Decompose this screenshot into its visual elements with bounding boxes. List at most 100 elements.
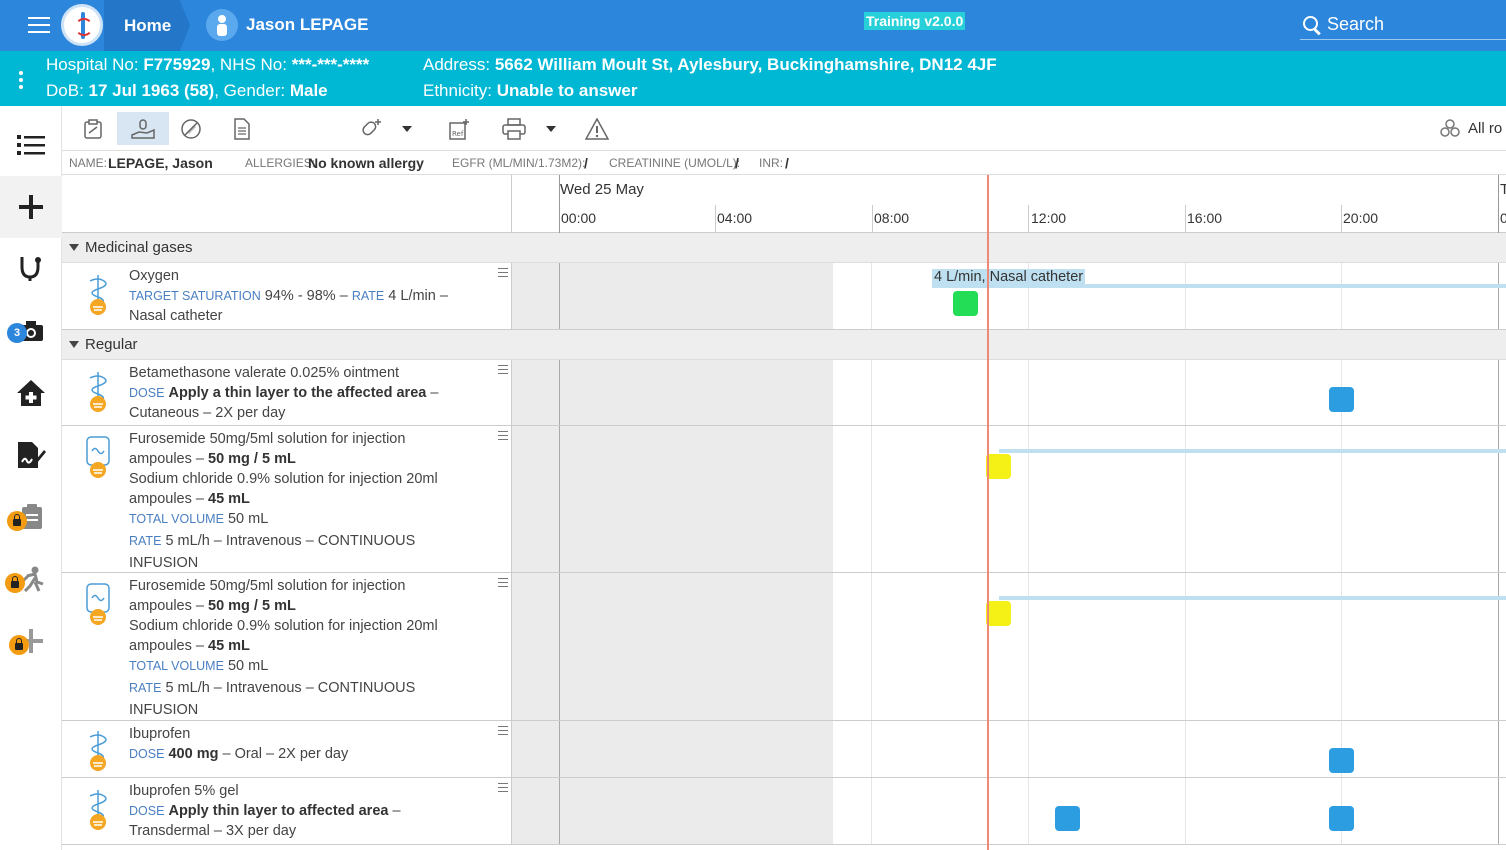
oxygen-annotation: 4 L/min, Nasal catheter: [932, 269, 1086, 285]
document-icon: [234, 117, 250, 140]
medication-timeline: [512, 573, 1506, 720]
more-vertical-icon[interactable]: [19, 71, 23, 92]
plus-icon: [19, 195, 43, 219]
medication-text: Betamethasone valerate 0.025% ointment D…: [129, 363, 489, 423]
dose-label: DOSE: [129, 747, 165, 761]
sidebar-item-home-care[interactable]: [0, 362, 62, 424]
medication-row-ibuprofen[interactable]: Ibuprofen DOSE 400 mg – Oral – 2X per da…: [62, 721, 1506, 778]
svg-text:Ref: Ref: [452, 130, 464, 138]
due-dose-marker[interactable]: [986, 454, 1011, 479]
lock-icon: [5, 573, 25, 593]
inr-value: /: [785, 155, 789, 171]
allergies-label: ALLERGIES:: [245, 156, 316, 170]
medication-row-ibuprofen-gel[interactable]: Ibuprofen 5% gel DOSE Apply thin layer t…: [62, 778, 1506, 845]
due-dose-marker[interactable]: [986, 601, 1011, 626]
sidebar-item-stethoscope[interactable]: [0, 238, 62, 300]
dose-suffix: –: [388, 803, 401, 819]
scheduled-dose-marker[interactable]: [1329, 748, 1354, 773]
hospital-number-line: Hospital No: F775929, NHS No: ***-***-**…: [46, 55, 369, 75]
print-dropdown-icon[interactable]: [546, 126, 556, 132]
ethnicity-label: Ethnicity:: [423, 81, 492, 100]
sidebar-item-locked-clipboard[interactable]: [0, 486, 62, 548]
sidebar-item-camera[interactable]: 3: [0, 300, 62, 362]
scheduled-dose-marker[interactable]: [1329, 806, 1354, 831]
rate-label: RATE: [351, 289, 385, 303]
medication-chart: Wed 25 May T 00:00 04:00 08:00 12:00 16:…: [62, 175, 1506, 850]
print-button[interactable]: [497, 112, 531, 145]
patient-banner: Hospital No: F775929, NHS No: ***-***-**…: [0, 51, 1506, 106]
medication-row-oxygen[interactable]: Oxygen TARGET SATURATION 94% - 98% – RAT…: [62, 263, 1506, 330]
medication-row-furosemide-1[interactable]: Furosemide 50mg/5ml solution for injecti…: [62, 426, 1506, 573]
patient-tab[interactable]: Jason LEPAGE: [206, 9, 369, 41]
add-reference-button[interactable]: Ref: [442, 112, 476, 145]
tick-label: 08:00: [874, 210, 910, 226]
name-label: NAME:: [69, 156, 108, 170]
chart-toolbar: Ref All ro: [62, 106, 1506, 151]
tick-label: 0: [1500, 210, 1506, 226]
sidebar-item-notes[interactable]: [0, 424, 62, 486]
all-routes-label: All ro: [1468, 119, 1503, 137]
sidebar-item-locked-activity[interactable]: [0, 548, 62, 610]
search-button[interactable]: Search: [1300, 10, 1506, 40]
medication-text: Oxygen TARGET SATURATION 94% - 98% – RAT…: [129, 266, 489, 326]
medication-name: Oxygen: [129, 268, 179, 284]
section-medicinal-gases[interactable]: Medicinal gases: [62, 233, 1506, 263]
discontinue-button[interactable]: [174, 112, 208, 145]
prescribe-button[interactable]: [76, 112, 110, 145]
tick-label: 16:00: [1187, 210, 1223, 226]
rate-continued: INFUSION: [129, 555, 199, 571]
timeline-header-left: [62, 175, 512, 233]
menu-icon[interactable]: [28, 17, 50, 33]
infusion-bag-icon: [86, 436, 110, 478]
sidebar-item-locked-add[interactable]: [0, 610, 62, 672]
home-tab[interactable]: Home: [104, 0, 190, 51]
address-line: Address: 5662 William Moult St, Aylesbur…: [423, 55, 997, 75]
row-menu-icon[interactable]: [498, 726, 508, 738]
warnings-button[interactable]: [580, 112, 614, 145]
medication-name: Furosemide 50mg/5ml solution for injecti…: [129, 578, 406, 594]
row-menu-icon[interactable]: [498, 578, 508, 590]
administer-button[interactable]: [117, 112, 169, 145]
row-menu-icon[interactable]: [498, 783, 508, 795]
person-icon: [206, 9, 238, 41]
medication-row-furosemide-2[interactable]: Furosemide 50mg/5ml solution for injecti…: [62, 573, 1506, 721]
administered-marker[interactable]: [953, 291, 978, 316]
routes-icon: [1440, 119, 1460, 137]
report-button[interactable]: [225, 112, 259, 145]
prescription-pad-icon: [84, 118, 102, 139]
all-routes-filter[interactable]: All ro: [1440, 119, 1502, 137]
medication-timeline: [512, 778, 1506, 844]
medication-name: Betamethasone valerate 0.025% ointment: [129, 365, 400, 381]
row-menu-icon[interactable]: [498, 365, 508, 377]
row-menu-icon[interactable]: [498, 431, 508, 443]
sidebar-item-add[interactable]: [0, 176, 62, 238]
add-medication-button[interactable]: [354, 112, 388, 145]
dose-label: DOSE: [129, 804, 165, 818]
pill-cancel-icon: [181, 118, 201, 139]
section-regular[interactable]: Regular: [62, 330, 1506, 360]
hospital-no-label: Hospital No:: [46, 55, 139, 74]
scheduled-dose-marker[interactable]: [1055, 806, 1080, 831]
nhs-no-value: ***-***-****: [291, 55, 370, 74]
medication-caduceus-icon: [89, 275, 107, 315]
egfr-value: /: [584, 155, 588, 171]
app-logo-icon[interactable]: [61, 4, 103, 46]
house-medical-icon: [17, 380, 45, 406]
scheduled-dose-marker[interactable]: [1329, 387, 1354, 412]
pill-add-icon: [362, 118, 381, 135]
timeline-next-date: T: [1500, 181, 1506, 198]
stethoscope-icon: [20, 257, 41, 281]
target-saturation-value: 94% - 98% –: [264, 288, 348, 304]
medication-info: Ibuprofen DOSE 400 mg – Oral – 2X per da…: [62, 721, 512, 777]
ampoules-text: ampoules –: [129, 491, 208, 507]
add-medication-dropdown-icon[interactable]: [402, 126, 412, 132]
target-saturation-label: TARGET SATURATION: [129, 289, 261, 303]
medication-text: Furosemide 50mg/5ml solution for injecti…: [129, 576, 489, 720]
medication-row-betamethasone[interactable]: Betamethasone valerate 0.025% ointment D…: [62, 360, 1506, 426]
medication-name: Furosemide 50mg/5ml solution for injecti…: [129, 431, 406, 447]
row-menu-icon[interactable]: [498, 268, 508, 280]
rate-label: RATE: [129, 534, 162, 548]
sidebar-item-list[interactable]: [0, 114, 62, 176]
address-label: Address:: [423, 55, 491, 74]
search-icon: [1303, 15, 1321, 34]
